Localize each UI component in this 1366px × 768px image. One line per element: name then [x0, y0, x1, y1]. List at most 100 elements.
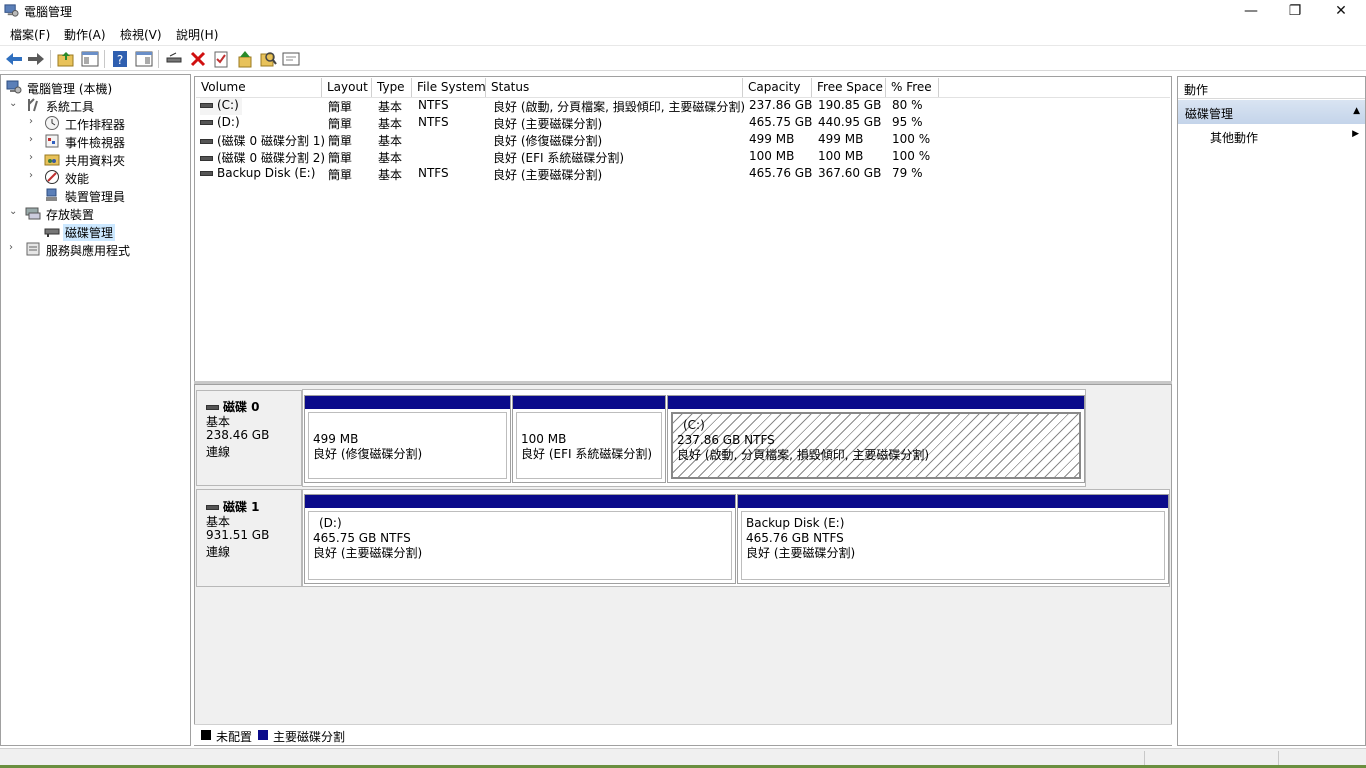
disk-icon	[206, 405, 219, 410]
console-icon[interactable]	[281, 49, 301, 69]
help-icon[interactable]: ?	[110, 49, 130, 69]
partition-body: 100 MB 良好 (EFI 系統磁碟分割)	[516, 412, 662, 479]
partition-recovery[interactable]: 499 MB 良好 (修復磁碟分割)	[304, 395, 511, 483]
tree-item-system-tools[interactable]: ⌄ 系統工具	[1, 96, 190, 114]
back-arrow-icon[interactable]	[4, 49, 24, 69]
layout-cell: 簡單	[328, 151, 353, 165]
tree-item-device-manager[interactable]: 裝置管理員	[1, 186, 190, 204]
title-bar: 電腦管理 — ❐ ✕	[0, 0, 1366, 22]
status-cell: 良好 (主要磁碟分割)	[493, 168, 603, 182]
partition-status: 良好 (修復磁碟分割)	[313, 447, 423, 461]
disk-1-info[interactable]: 磁碟 1 基本 931.51 GB 連線	[196, 489, 302, 587]
tree-item-label: 服務與應用程式	[46, 244, 131, 258]
maximize-button[interactable]: ❐	[1272, 0, 1318, 22]
percent-free-cell: 95 %	[892, 115, 923, 129]
column-header-free-space[interactable]: Free Space	[812, 78, 886, 97]
event-viewer-icon	[45, 134, 59, 148]
filesystem-cell: NTFS	[418, 98, 449, 112]
tree-item-storage[interactable]: ⌄ 存放裝置	[1, 204, 190, 222]
tree-item-event-viewer[interactable]: › 事件檢視器	[1, 132, 190, 150]
menu-file[interactable]: 檔案(F)	[10, 26, 50, 43]
table-row[interactable]: (C:) 簡單 基本 NTFS 良好 (啟動, 分頁檔案, 損毀傾印, 主要磁碟…	[195, 98, 1171, 115]
forward-arrow-icon[interactable]	[26, 49, 46, 69]
chevron-right-icon[interactable]: ›	[29, 134, 39, 146]
tree-item-computer-management[interactable]: 電腦管理 (本機)	[1, 78, 190, 96]
partition-size: 465.76 GB NTFS	[746, 531, 844, 545]
actions-section-disk-management[interactable]: 磁碟管理 ▲	[1178, 100, 1365, 124]
up-folder-icon[interactable]	[56, 49, 76, 69]
delete-icon[interactable]	[188, 49, 208, 69]
tree-item-task-scheduler[interactable]: › 工作排程器	[1, 114, 190, 132]
status-cell: 良好 (主要磁碟分割)	[493, 117, 603, 131]
collapse-up-icon[interactable]: ▲	[1353, 106, 1360, 116]
volume-cell: (磁碟 0 磁碟分割 2)	[200, 149, 325, 166]
column-header-type[interactable]: Type	[372, 78, 412, 97]
action-more-actions[interactable]: 其他動作	[1210, 129, 1258, 146]
shared-folders-icon	[44, 154, 60, 166]
chevron-down-icon[interactable]: ⌄	[9, 206, 19, 218]
disk-management-icon	[44, 228, 60, 237]
show-hide-tree-icon[interactable]	[80, 49, 100, 69]
close-button[interactable]: ✕	[1318, 0, 1364, 22]
table-row[interactable]: (磁碟 0 磁碟分割 2) 簡單 基本 良好 (EFI 系統磁碟分割) 100 …	[195, 149, 1171, 166]
partition-body: Backup Disk (E:) 465.76 GB NTFS 良好 (主要磁碟…	[741, 511, 1165, 580]
legend: 未配置 主要磁碟分割	[194, 724, 1172, 745]
column-header-volume[interactable]: Volume	[196, 78, 322, 97]
partition-c[interactable]: (C:) 237.86 GB NTFS 良好 (啟動, 分頁檔案, 損毀傾印, …	[667, 395, 1085, 483]
disk-0-partitions: 499 MB 良好 (修復磁碟分割) 100 MB 良好 (EFI 系統磁碟分割…	[302, 389, 1086, 487]
menu-view[interactable]: 檢視(V)	[120, 26, 162, 43]
table-row[interactable]: Backup Disk (E:) 簡單 基本 NTFS 良好 (主要磁碟分割) …	[195, 166, 1171, 183]
chevron-down-icon[interactable]: ⌄	[9, 98, 19, 110]
volume-list: Volume Layout Type File System Status Ca…	[194, 76, 1172, 382]
status-cell: 良好 (啟動, 分頁檔案, 損毀傾印, 主要磁碟分割)	[493, 100, 746, 114]
chevron-right-icon[interactable]: ›	[29, 116, 39, 128]
tree-item-services-applications[interactable]: › 服務與應用程式	[1, 240, 190, 258]
type-cell: 基本	[378, 134, 403, 148]
partition-e[interactable]: Backup Disk (E:) 465.76 GB NTFS 良好 (主要磁碟…	[737, 494, 1169, 584]
disk-0-info[interactable]: 磁碟 0 基本 238.46 GB 連線	[196, 390, 302, 486]
partition-bar	[513, 396, 665, 409]
partition-size: 237.86 GB NTFS	[677, 433, 775, 447]
minimize-button[interactable]: —	[1228, 0, 1274, 22]
up-arrow-icon[interactable]	[235, 49, 255, 69]
column-header-layout[interactable]: Layout	[322, 78, 372, 97]
column-header-capacity[interactable]: Capacity	[743, 78, 812, 97]
connect-drive-icon[interactable]	[164, 49, 184, 69]
menu-bar: 檔案(F) 動作(A) 檢視(V) 說明(H)	[0, 23, 1366, 44]
disk-graphical-view: 磁碟 0 基本 238.46 GB 連線 499 MB 良好 (修復磁碟分割) …	[194, 384, 1172, 746]
tree-item-label: 工作排程器	[65, 118, 126, 132]
partition-d[interactable]: (D:) 465.75 GB NTFS 良好 (主要磁碟分割)	[304, 494, 736, 584]
volume-cell: (C:)	[200, 98, 242, 115]
show-hide-action-pane-icon[interactable]	[134, 49, 154, 69]
percent-free-cell: 79 %	[892, 166, 923, 180]
partition-name: (C:)	[683, 418, 705, 432]
disk-icon	[206, 505, 219, 510]
menu-help[interactable]: 說明(H)	[176, 26, 218, 43]
services-applications-icon	[26, 242, 40, 256]
column-header-percent-free[interactable]: % Free	[886, 78, 939, 97]
actions-pane: 動作 磁碟管理 ▲ 其他動作 ▶	[1177, 76, 1366, 746]
column-header-file-system[interactable]: File System	[412, 78, 486, 97]
filesystem-cell: NTFS	[418, 166, 449, 180]
submenu-arrow-icon[interactable]: ▶	[1352, 129, 1359, 139]
table-row[interactable]: (磁碟 0 磁碟分割 1) 簡單 基本 良好 (修復磁碟分割) 499 MB 4…	[195, 132, 1171, 149]
tree-item-label: 共用資料夾	[65, 154, 126, 168]
search-icon[interactable]	[258, 49, 278, 69]
chevron-right-icon[interactable]: ›	[29, 152, 39, 164]
menu-action[interactable]: 動作(A)	[64, 26, 106, 43]
capacity-cell: 237.86 GB	[749, 98, 813, 112]
tree-item-shared-folders[interactable]: › 共用資料夾	[1, 150, 190, 168]
chevron-right-icon[interactable]: ›	[29, 170, 39, 182]
tree-item-disk-management[interactable]: 磁碟管理	[1, 222, 190, 241]
partition-efi[interactable]: 100 MB 良好 (EFI 系統磁碟分割)	[512, 395, 666, 483]
layout-cell: 簡單	[328, 168, 353, 182]
free-space-cell: 190.85 GB	[818, 98, 882, 112]
column-header-status[interactable]: Status	[486, 78, 743, 97]
capacity-cell: 100 MB	[749, 149, 795, 163]
navigation-tree: 電腦管理 (本機) ⌄ 系統工具 › 工作排程器 › 事件檢視器 › 共用資料夾…	[0, 74, 191, 746]
tree-item-performance[interactable]: › 效能	[1, 168, 190, 186]
properties-icon[interactable]	[211, 49, 231, 69]
chevron-right-icon[interactable]: ›	[9, 242, 19, 254]
tree-item-label: 效能	[65, 172, 90, 186]
table-row[interactable]: (D:) 簡單 基本 NTFS 良好 (主要磁碟分割) 465.75 GB 44…	[195, 115, 1171, 132]
